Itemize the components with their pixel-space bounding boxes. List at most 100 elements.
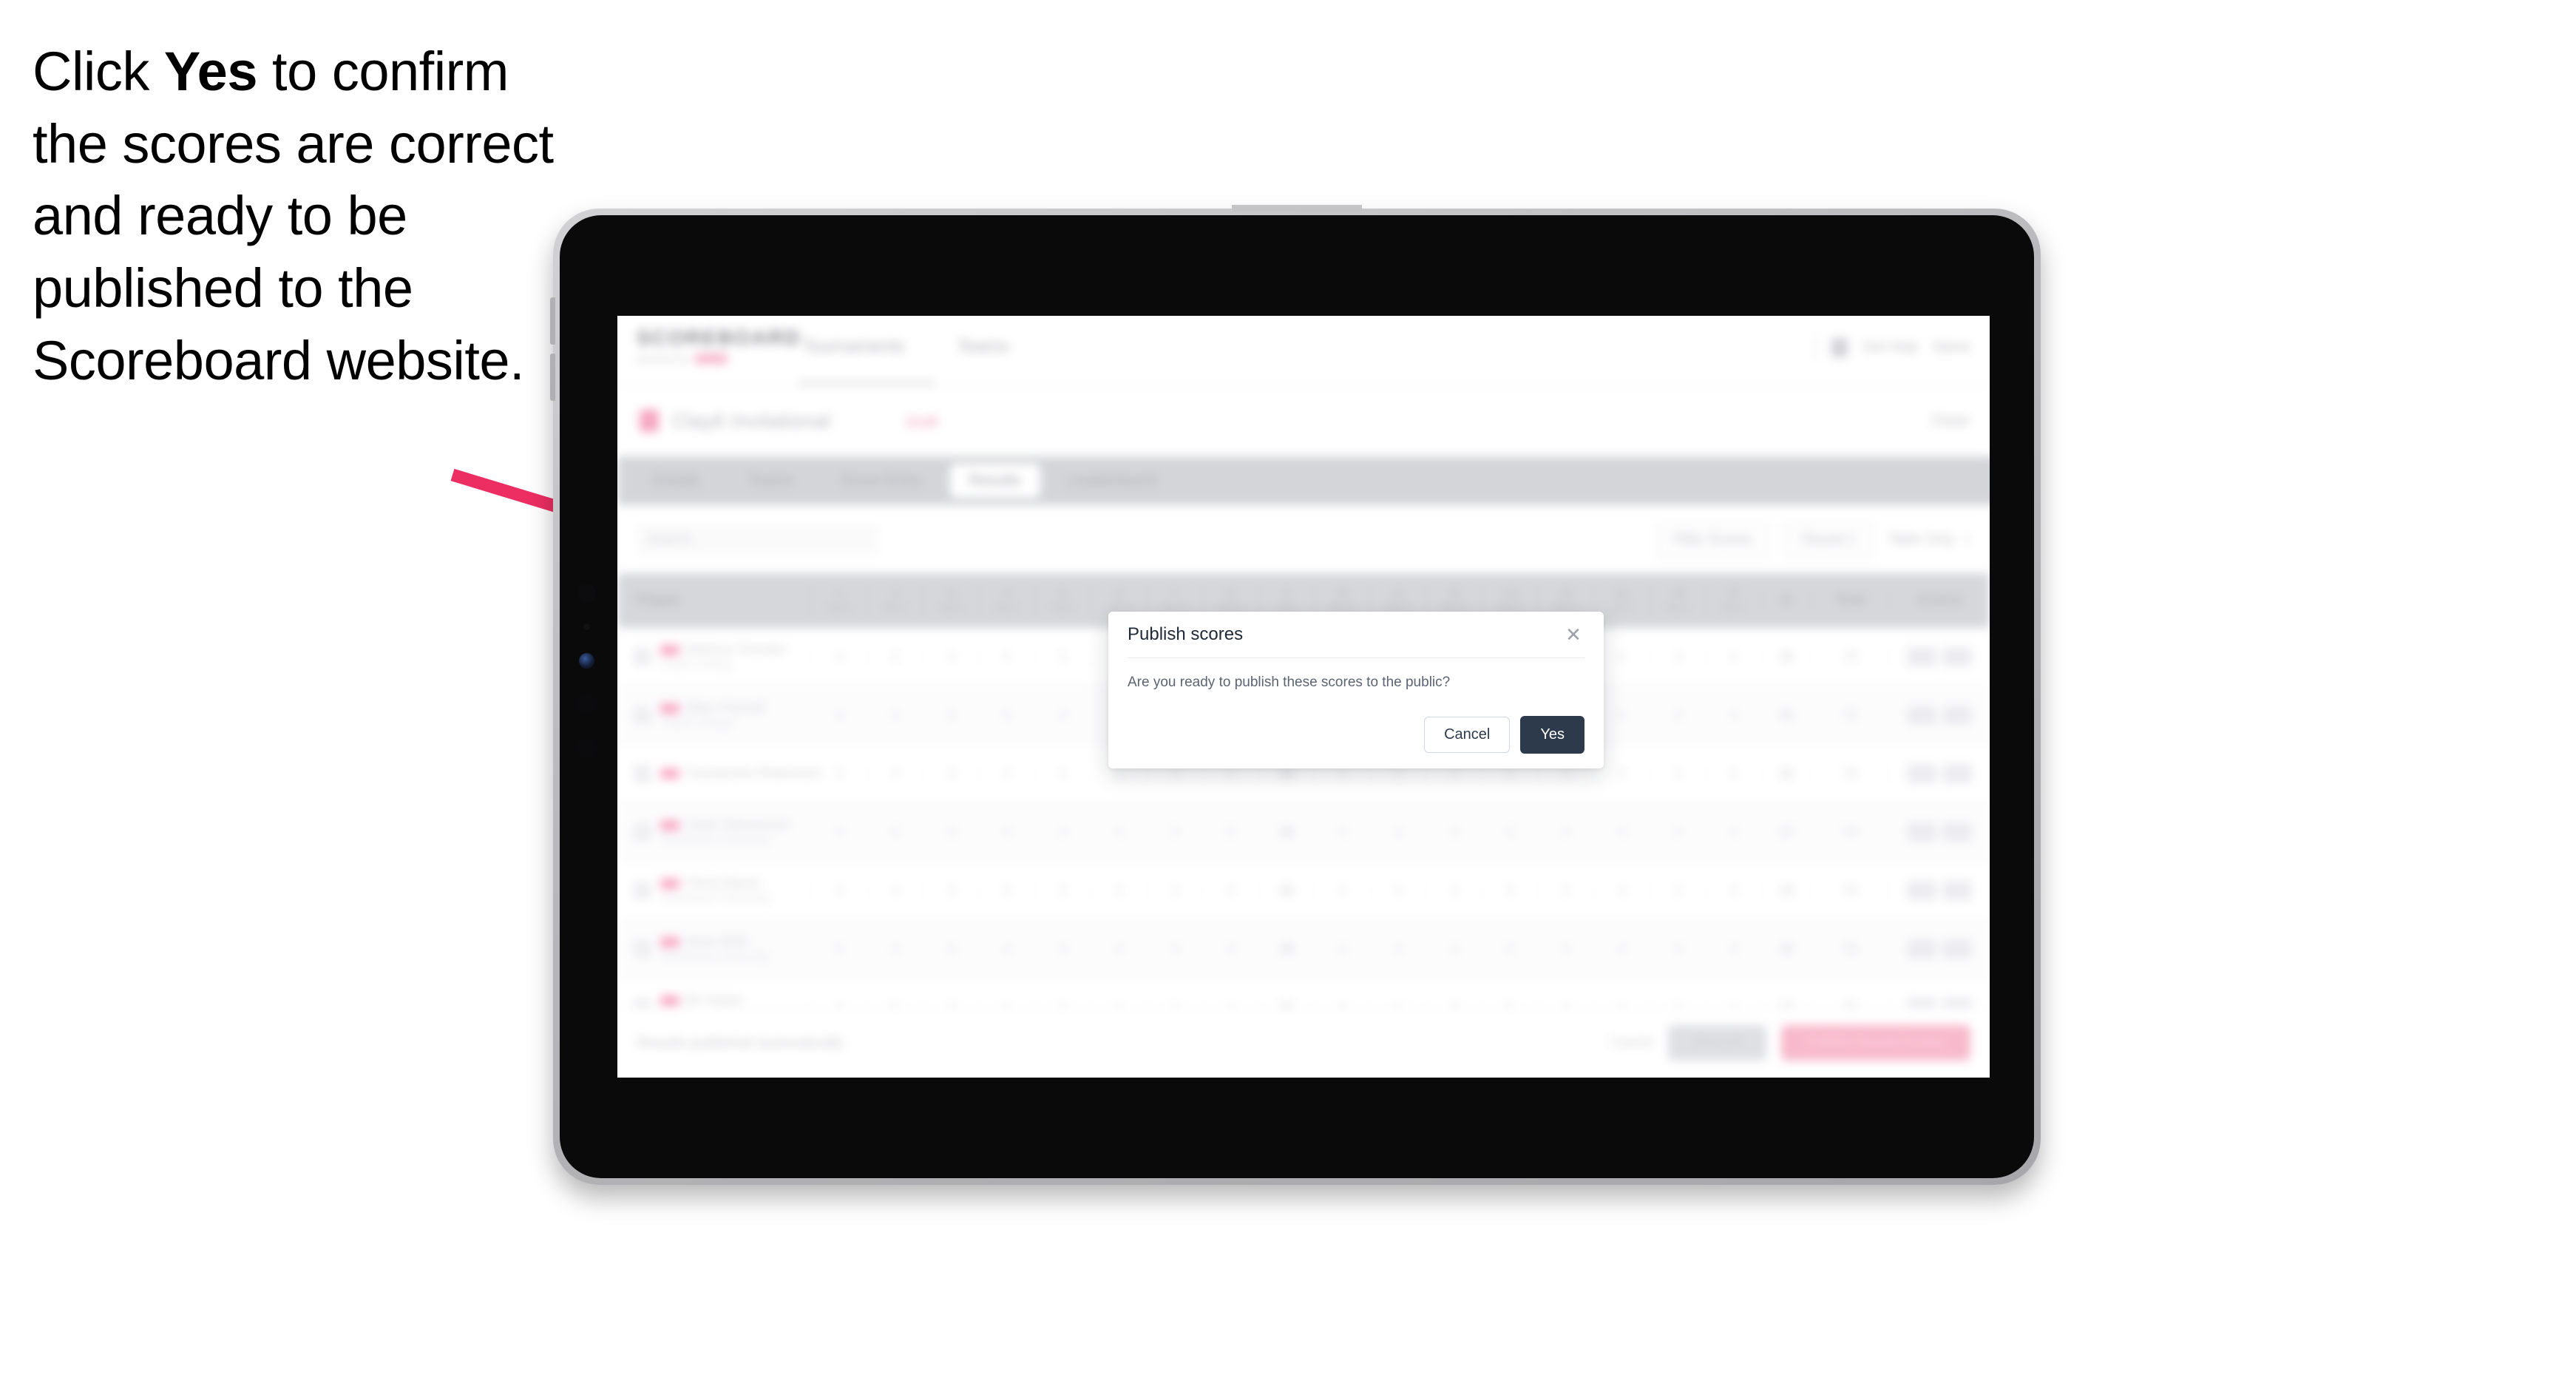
score-cell[interactable]: 5 — [1202, 824, 1258, 840]
score-cell[interactable]: 4 — [1034, 765, 1091, 782]
score-cell[interactable]: 4 — [1314, 882, 1370, 899]
score-cell[interactable]: 5 — [1482, 824, 1538, 840]
score-cell[interactable]: 4 — [978, 649, 1035, 665]
score-cell[interactable]: 4 — [1593, 882, 1650, 899]
table-only-toggle[interactable]: Table Only ▾ — [1888, 532, 1970, 548]
row-checkbox[interactable] — [634, 882, 651, 899]
score-cell[interactable]: 4 — [1202, 941, 1258, 957]
table-row[interactable]: Clare Stevenson Southwest University 4 5… — [617, 803, 1990, 862]
search-input[interactable]: Search — [637, 525, 879, 555]
score-cell[interactable]: 3 — [1649, 707, 1706, 723]
score-cell[interactable]: 4 — [1090, 824, 1147, 840]
edit-row-button[interactable] — [1907, 647, 1937, 666]
tab-teams[interactable]: Teams — [728, 464, 813, 498]
score-cell[interactable]: 4 — [978, 941, 1035, 957]
score-cell[interactable]: 4 — [1593, 824, 1650, 840]
score-cell[interactable]: 4 — [1537, 824, 1594, 840]
score-cell[interactable]: 3 — [1649, 765, 1706, 782]
score-cell[interactable]: 4 — [1537, 882, 1594, 899]
more-row-button[interactable] — [1942, 764, 1973, 783]
table-row[interactable]: Olivia Baum Southwest University 4 4 3 5… — [617, 862, 1990, 920]
score-cell[interactable]: 4 — [1369, 824, 1426, 840]
save-all-button[interactable]: Save All — [1668, 1025, 1766, 1061]
score-cell[interactable]: 3 — [923, 707, 979, 723]
edit-row-button[interactable] — [1907, 764, 1937, 783]
score-cell[interactable]: 4 — [1314, 824, 1370, 840]
table-row[interactable]: Nora Wild Southwest University 5 4 3 4 4… — [617, 920, 1990, 978]
score-cell[interactable]: 4 — [1705, 882, 1762, 899]
score-cell[interactable]: 4 — [1705, 824, 1762, 840]
score-cell[interactable]: 3 — [923, 941, 979, 957]
score-cell[interactable]: 5 — [1034, 649, 1091, 665]
close-icon[interactable]: ✕ — [1562, 623, 1584, 646]
tab-details[interactable]: Details — [634, 464, 719, 498]
score-cell[interactable]: 3 — [1649, 941, 1706, 957]
score-cell[interactable]: 5 — [811, 765, 867, 782]
score-cell[interactable]: 4 — [978, 824, 1035, 840]
yes-button[interactable]: Yes — [1520, 716, 1584, 754]
score-cell[interactable]: 4 — [811, 649, 867, 665]
tab-leaderboard[interactable]: Leaderboard — [1049, 464, 1176, 498]
score-cell[interactable]: 5 — [1482, 882, 1538, 899]
row-checkbox[interactable] — [634, 940, 651, 958]
score-cell[interactable]: 4 — [867, 707, 923, 723]
nav-item-teams[interactable]: Teams — [957, 337, 1009, 357]
user-avatar-icon[interactable] — [1831, 338, 1848, 357]
row-checkbox[interactable] — [634, 706, 651, 724]
score-cell[interactable]: 4 — [867, 882, 923, 899]
score-cell[interactable]: 4 — [1369, 941, 1426, 957]
app-logo[interactable]: SCOREBOARD powered by — [637, 326, 801, 364]
score-cell[interactable]: 3 — [1146, 882, 1203, 899]
score-cell[interactable]: 5 — [1482, 941, 1538, 957]
row-checkbox[interactable] — [634, 648, 651, 666]
score-cell[interactable]: 5 — [978, 882, 1035, 899]
more-row-button[interactable] — [1942, 881, 1973, 900]
score-cell[interactable]: 4 — [811, 707, 867, 723]
row-checkbox[interactable] — [634, 765, 651, 782]
score-cell[interactable]: 5 — [978, 707, 1035, 723]
score-cell[interactable]: 4 — [1314, 941, 1370, 957]
score-cell[interactable]: 4 — [867, 765, 923, 782]
score-cell[interactable]: 5 — [867, 824, 923, 840]
score-cell[interactable]: 3 — [923, 882, 979, 899]
score-cell[interactable]: 3 — [1426, 941, 1482, 957]
tab-results[interactable]: Results — [949, 464, 1040, 498]
more-row-button[interactable] — [1942, 647, 1973, 666]
score-cell[interactable]: 4 — [1202, 882, 1258, 899]
header-account-name[interactable]: Name — [1933, 339, 1970, 356]
score-cell[interactable]: 4 — [811, 882, 867, 899]
edit-row-button[interactable] — [1907, 939, 1937, 959]
score-cell[interactable]: 3 — [1426, 824, 1482, 840]
round-select[interactable]: Round 1 — [1784, 522, 1874, 558]
header-help-link[interactable]: Get Help — [1862, 339, 1918, 356]
score-cell[interactable]: 3 — [923, 765, 979, 782]
score-cell[interactable]: 4 — [1034, 882, 1091, 899]
score-cell[interactable]: 4 — [1034, 707, 1091, 723]
score-cell[interactable]: 4 — [1090, 882, 1147, 899]
score-cell[interactable]: 5 — [867, 649, 923, 665]
cancel-button[interactable]: Cancel — [1424, 717, 1511, 753]
score-cell[interactable]: 4 — [978, 765, 1035, 782]
score-cell[interactable]: 4 — [1034, 941, 1091, 957]
score-cell[interactable]: 3 — [1649, 824, 1706, 840]
cancel-link[interactable]: Cancel — [1610, 1035, 1653, 1051]
publish-round-scores-button[interactable]: Publish Round Scores — [1781, 1025, 1970, 1061]
score-cell[interactable]: 3 — [1649, 649, 1706, 665]
score-cell[interactable]: 3 — [1146, 824, 1203, 840]
score-cell[interactable]: 5 — [1369, 882, 1426, 899]
score-cell[interactable]: 4 — [1090, 941, 1147, 957]
more-row-button[interactable] — [1942, 822, 1973, 842]
score-cell[interactable]: 4 — [867, 941, 923, 957]
close-tournament-link[interactable]: Close — [1931, 413, 1969, 430]
score-cell[interactable]: 4 — [1705, 649, 1762, 665]
score-cell[interactable]: 4 — [1705, 707, 1762, 723]
score-cell[interactable]: 4 — [1705, 941, 1762, 957]
edit-row-button[interactable] — [1907, 822, 1937, 842]
row-checkbox[interactable] — [634, 823, 651, 841]
score-cell[interactable]: 4 — [811, 824, 867, 840]
score-cell[interactable]: 3 — [923, 649, 979, 665]
more-row-button[interactable] — [1942, 939, 1973, 959]
score-cell[interactable]: 5 — [1705, 765, 1762, 782]
score-cell[interactable]: 3 — [1146, 941, 1203, 957]
score-cell[interactable]: 4 — [1537, 941, 1594, 957]
